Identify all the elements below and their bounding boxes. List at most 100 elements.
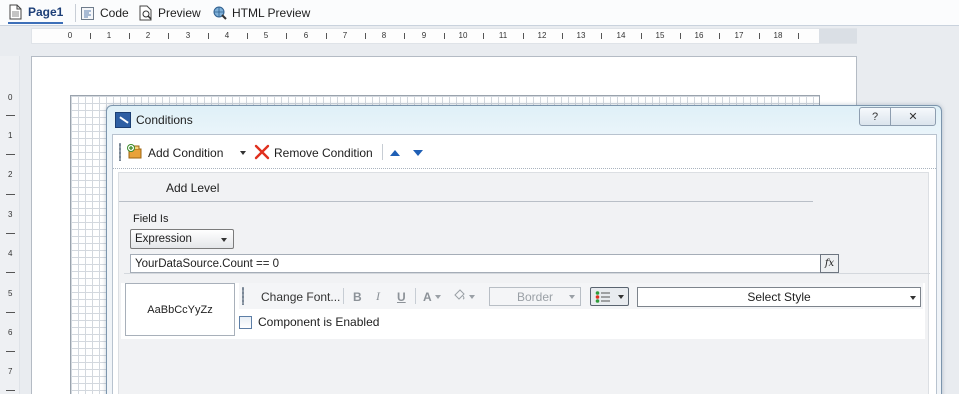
ruler-number: 1 bbox=[8, 131, 13, 140]
help-icon: ? bbox=[871, 110, 879, 123]
ruler-number: 18 bbox=[773, 31, 783, 40]
underline-button[interactable]: U bbox=[397, 288, 406, 305]
font-color-button[interactable]: A bbox=[423, 288, 441, 305]
remove-condition-label: Remove Condition bbox=[274, 146, 373, 160]
ruler-number: 13 bbox=[576, 31, 586, 40]
arrow-down-icon bbox=[413, 150, 423, 156]
ruler-number: 6 bbox=[303, 31, 309, 40]
vertical-ruler: 0 1 2 3 4 5 6 7 bbox=[0, 56, 20, 394]
ruler-number: 5 bbox=[8, 289, 13, 298]
preview-icon bbox=[138, 5, 153, 21]
chevron-down-icon bbox=[240, 151, 246, 155]
border-dropdown[interactable]: Border bbox=[489, 287, 581, 306]
ruler-tick bbox=[680, 33, 681, 39]
tab-label: Code bbox=[100, 6, 129, 20]
ruler-tick bbox=[6, 272, 15, 273]
ruler-tick bbox=[404, 33, 405, 39]
html-preview-icon bbox=[212, 5, 227, 21]
tab-preview[interactable]: Preview bbox=[138, 2, 201, 24]
ruler-number: 3 bbox=[8, 210, 13, 219]
ruler-tick bbox=[6, 312, 15, 313]
tab-html-preview[interactable]: HTML Preview bbox=[212, 2, 310, 24]
bold-button[interactable]: B bbox=[353, 288, 362, 305]
page-icon bbox=[8, 4, 23, 20]
italic-icon: I bbox=[376, 289, 380, 303]
border-label: Border bbox=[516, 289, 554, 304]
ruler-tick bbox=[208, 33, 209, 39]
chevron-down-icon bbox=[469, 294, 475, 299]
list-icon bbox=[595, 290, 611, 307]
ruler-number: 11 bbox=[498, 31, 508, 40]
bold-icon: B bbox=[353, 289, 362, 304]
toolbar-separator bbox=[382, 144, 383, 160]
code-icon bbox=[80, 5, 95, 21]
ruler-tick bbox=[719, 33, 720, 39]
ruler-tick bbox=[247, 33, 248, 39]
level-divider bbox=[119, 201, 813, 202]
select-style-label: Select Style bbox=[747, 290, 811, 304]
toolbar-grip[interactable] bbox=[119, 143, 121, 161]
close-icon: ✕ bbox=[908, 111, 918, 123]
style-list-dropdown[interactable] bbox=[590, 287, 629, 306]
ruler-number: 10 bbox=[458, 31, 468, 40]
expression-input[interactable]: YourDataSource.Count == 0 bbox=[130, 254, 838, 273]
tab-label: Page1 bbox=[28, 4, 64, 19]
remove-condition-icon bbox=[254, 144, 270, 163]
change-font-label: Change Font... bbox=[261, 289, 341, 304]
underline-icon: U bbox=[397, 289, 406, 304]
ruler-number: 1 bbox=[106, 31, 112, 40]
chevron-down-icon bbox=[910, 296, 916, 300]
ruler-tick bbox=[365, 33, 366, 39]
ruler-tick bbox=[641, 33, 642, 39]
field-type-select[interactable]: Expression bbox=[130, 229, 234, 249]
expression-editor-button[interactable]: fx bbox=[820, 254, 839, 273]
ruler-number: 2 bbox=[8, 170, 13, 179]
ruler-tick bbox=[6, 351, 15, 352]
tab-divider bbox=[75, 4, 76, 22]
ruler-tick bbox=[798, 33, 799, 39]
horizontal-ruler: 0 1 2 3 4 5 6 7 8 9 10 11 12 13 14 15 16… bbox=[31, 28, 857, 44]
ruler-number: 16 bbox=[694, 31, 704, 40]
ruler-number: 0 bbox=[67, 31, 73, 40]
component-enabled-checkbox[interactable] bbox=[239, 315, 252, 329]
change-font-button[interactable]: Change Font... bbox=[261, 288, 340, 305]
format-toolbar: Change Font... B I U A Border Select Sty… bbox=[239, 283, 923, 309]
tab-label: Preview bbox=[158, 6, 201, 20]
remove-condition-button[interactable]: Remove Condition bbox=[254, 144, 373, 162]
dialog-body: Add Condition Remove Condition Add Level bbox=[112, 134, 937, 394]
component-enabled-label: Component is Enabled bbox=[258, 315, 380, 329]
add-condition-button[interactable]: Add Condition bbox=[126, 144, 223, 162]
tab-page1[interactable]: Page1 bbox=[8, 2, 64, 24]
ruler-tick bbox=[286, 33, 287, 39]
ruler-tick bbox=[90, 33, 91, 39]
tab-label: HTML Preview bbox=[232, 6, 311, 20]
ruler-tick bbox=[168, 33, 169, 39]
move-up-button[interactable] bbox=[390, 144, 400, 162]
ruler-tick bbox=[6, 194, 15, 195]
chevron-down-icon bbox=[569, 295, 575, 299]
help-button[interactable]: ? bbox=[859, 107, 891, 126]
ruler-margin-shade bbox=[819, 29, 857, 43]
move-down-button[interactable] bbox=[413, 144, 423, 162]
add-condition-dropdown-button[interactable] bbox=[240, 144, 246, 162]
fill-color-button[interactable] bbox=[452, 288, 475, 305]
conditions-icon bbox=[115, 112, 131, 128]
conditions-dialog: Conditions ? ✕ Add Condition Remove Cond… bbox=[106, 105, 942, 394]
italic-button[interactable]: I bbox=[376, 288, 380, 305]
field-group: Field Is Expression YourDataSource.Count… bbox=[124, 206, 930, 274]
tab-code[interactable]: Code bbox=[80, 2, 129, 24]
add-level-button[interactable]: Add Level bbox=[166, 181, 219, 195]
dialog-title-bar[interactable]: Conditions ? ✕ bbox=[107, 106, 941, 134]
toolbar-separator bbox=[415, 288, 416, 304]
ruler-tick bbox=[6, 115, 15, 116]
fx-icon: fx bbox=[824, 258, 835, 269]
toolbar-grip[interactable] bbox=[242, 287, 244, 305]
close-button[interactable]: ✕ bbox=[890, 107, 936, 126]
chevron-down-icon bbox=[221, 238, 227, 242]
ruler-tick bbox=[129, 33, 130, 39]
field-type-value: Expression bbox=[135, 233, 192, 245]
component-enabled-option[interactable]: Component is Enabled bbox=[239, 313, 379, 331]
select-style-dropdown[interactable]: Select Style bbox=[637, 287, 921, 307]
ruler-number: 4 bbox=[8, 249, 13, 258]
style-preview: AaBbCcYyZz bbox=[125, 283, 235, 336]
